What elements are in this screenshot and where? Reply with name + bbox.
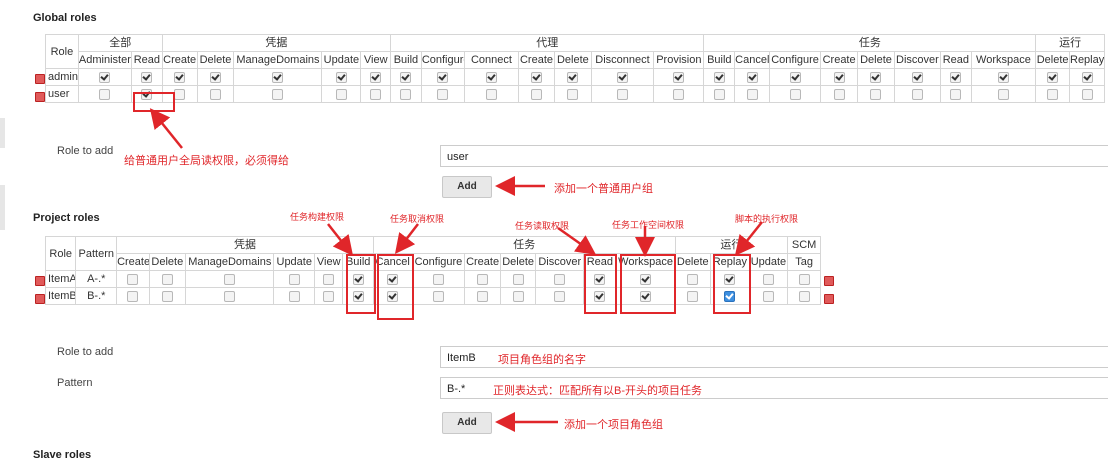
annotation-add-user-group: 添加一个普通用户组 bbox=[554, 183, 653, 195]
annotation-build: 任务构建权限 bbox=[290, 212, 345, 222]
arrow-replay bbox=[734, 221, 763, 256]
arrow-cancel bbox=[394, 223, 419, 254]
annotation-workspace: 任务工作空间权限 bbox=[612, 220, 685, 230]
annotation-cancel: 任务取消权限 bbox=[390, 214, 445, 224]
arrow-global-read bbox=[149, 108, 183, 149]
annotation-global-read: 给普通用户全局读权限，必须得给 bbox=[124, 155, 289, 167]
annotation-replay: 脚本的执行权限 bbox=[735, 214, 799, 224]
annotation-add-project-group: 添加一个项目角色组 bbox=[564, 419, 663, 431]
annotation-item-name: 项目角色组的名字 bbox=[498, 354, 586, 366]
annotation-pattern: 正则表达式：匹配所有以B-开头的项目任务 bbox=[493, 385, 702, 397]
arrow-build bbox=[327, 223, 354, 256]
annotation-read: 任务读取权限 bbox=[515, 221, 570, 231]
